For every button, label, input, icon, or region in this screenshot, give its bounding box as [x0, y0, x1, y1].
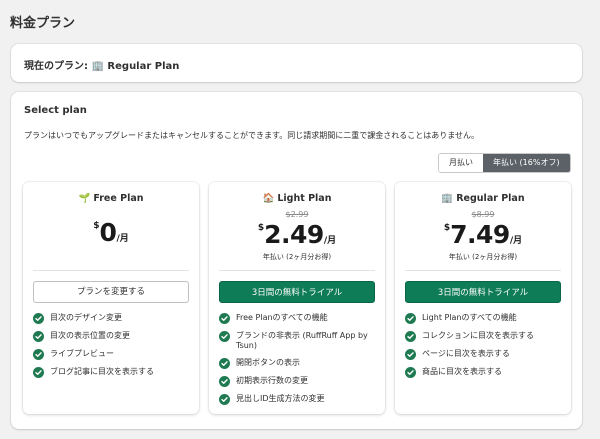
free-trial-button[interactable]: 3日間の無料トライアル: [219, 281, 375, 303]
current-plan-name: Regular Plan: [107, 61, 180, 72]
select-plan-card: Select plan プランはいつでもアップグレードまたはキャンセルすることが…: [11, 92, 582, 429]
plan-card-light: 🏠 Light Plan $2.99 $2.49/月 年払い (2ヶ月分お得) 3…: [209, 182, 385, 414]
check-circle-icon: [219, 394, 230, 405]
check-circle-icon: [33, 367, 44, 378]
list-item: ブランドの非表示 (RuffRuff App by Tsun): [219, 331, 377, 351]
check-circle-icon: [405, 349, 416, 360]
plan-card-free: 🌱 Free Plan $0/月 プランを変更する 目次のデザイン変更 目次の表示…: [23, 182, 199, 414]
billing-note: 年払い (2ヶ月分お得): [262, 253, 332, 261]
list-item: 見出しID生成方法の変更: [219, 394, 377, 405]
feature-text: 目次のデザイン変更: [50, 313, 122, 322]
feature-list: Free Planのすべての機能 ブランドの非表示 (RuffRuff App …: [219, 313, 377, 412]
check-circle-icon: [405, 367, 416, 378]
feature-list: 目次のデザイン変更 目次の表示位置の変更 ライブプレビュー ブログ記事に目次を表…: [33, 313, 191, 385]
price-currency: $: [443, 223, 451, 233]
feature-text: 目次の表示位置の変更: [50, 331, 130, 340]
original-price: $2.99: [285, 210, 309, 219]
plan-divider: [219, 270, 375, 271]
feature-text: ページに目次を表示する: [422, 349, 510, 358]
check-circle-icon: [219, 376, 230, 387]
page-title: 料金プラン: [10, 16, 76, 31]
plan-price: $2.49/月: [209, 220, 385, 249]
check-circle-icon: [219, 331, 230, 342]
plan-name: 🌱 Free Plan: [23, 193, 199, 204]
check-circle-icon: [219, 313, 230, 324]
toggle-monthly-button[interactable]: 月払い: [439, 154, 483, 172]
feature-text: 開閉ボタンの表示: [236, 358, 300, 367]
list-item: 初期表示行数の変更: [219, 376, 377, 387]
check-circle-icon: [405, 331, 416, 342]
select-plan-title: Select plan: [24, 105, 87, 116]
plan-name: 🏢 Regular Plan: [395, 193, 571, 204]
plan-price: $7.49/月: [395, 220, 571, 249]
feature-text: 商品に目次を表示する: [422, 367, 502, 376]
list-item: 開閉ボタンの表示: [219, 358, 377, 369]
check-circle-icon: [405, 313, 416, 324]
feature-text: コレクションに目次を表示する: [422, 331, 534, 340]
plan-card-regular: 🏢 Regular Plan $8.99 $7.49/月 年払い (2ヶ月分お得)…: [395, 182, 571, 414]
list-item: Free Planのすべての機能: [219, 313, 377, 324]
check-circle-icon: [33, 313, 44, 324]
feature-text: Light Planのすべての機能: [422, 313, 517, 322]
list-item: 目次のデザイン変更: [33, 313, 191, 324]
plan-name-text: Light Plan: [277, 193, 332, 204]
price-period: /月: [509, 236, 523, 246]
building-icon: 🏢: [91, 61, 104, 72]
change-plan-button[interactable]: プランを変更する: [33, 281, 189, 303]
original-price: $8.99: [471, 210, 495, 219]
price-amount: 7.49: [450, 220, 510, 249]
check-circle-icon: [33, 331, 44, 342]
feature-text: ブログ記事に目次を表示する: [50, 367, 154, 376]
select-plan-description: プランはいつでもアップグレードまたはキャンセルすることができます。同じ請求期間に…: [24, 131, 479, 140]
list-item: ページに目次を表示する: [405, 349, 563, 360]
building-icon: 🏢: [441, 193, 454, 204]
plan-name-text: Regular Plan: [456, 193, 525, 204]
list-item: Light Planのすべての機能: [405, 313, 563, 324]
list-item: 目次の表示位置の変更: [33, 331, 191, 342]
plan-divider: [405, 270, 561, 271]
price-currency: $: [93, 221, 100, 231]
feature-text: ライブプレビュー: [50, 349, 114, 358]
feature-text: ブランドの非表示 (RuffRuff App by Tsun): [236, 331, 368, 350]
current-plan-label: 現在のプラン:: [24, 61, 92, 72]
price-amount: 2.49: [264, 220, 324, 249]
feature-text: 見出しID生成方法の変更: [236, 394, 325, 403]
feature-text: Free Planのすべての機能: [236, 313, 328, 322]
list-item: ライブプレビュー: [33, 349, 191, 360]
seedling-icon: 🌱: [78, 193, 91, 204]
house-icon: 🏠: [262, 193, 275, 204]
toggle-yearly-button[interactable]: 年払い (16%オフ): [483, 154, 570, 172]
price-amount: 0: [99, 218, 117, 247]
price-currency: $: [257, 223, 265, 233]
plan-price: $0/月: [23, 218, 199, 247]
feature-text: 初期表示行数の変更: [236, 376, 308, 385]
billing-note: 年払い (2ヶ月分お得): [448, 253, 518, 261]
check-circle-icon: [219, 358, 230, 369]
current-plan-card: 現在のプラン: 🏢 Regular Plan: [11, 44, 582, 82]
free-trial-button[interactable]: 3日間の無料トライアル: [405, 281, 561, 303]
list-item: 商品に目次を表示する: [405, 367, 563, 378]
check-circle-icon: [33, 349, 44, 360]
feature-list: Light Planのすべての機能 コレクションに目次を表示する ページに目次を…: [405, 313, 563, 385]
list-item: ブログ記事に目次を表示する: [33, 367, 191, 378]
list-item: コレクションに目次を表示する: [405, 331, 563, 342]
plan-name-text: Free Plan: [93, 193, 144, 204]
plan-name: 🏠 Light Plan: [209, 193, 385, 204]
current-plan-text: 現在のプラン: 🏢 Regular Plan: [24, 57, 179, 72]
price-period: /月: [323, 236, 337, 246]
price-period: /月: [116, 234, 129, 244]
billing-period-toggle: 月払い 年払い (16%オフ): [438, 153, 571, 173]
plan-divider: [33, 270, 189, 271]
